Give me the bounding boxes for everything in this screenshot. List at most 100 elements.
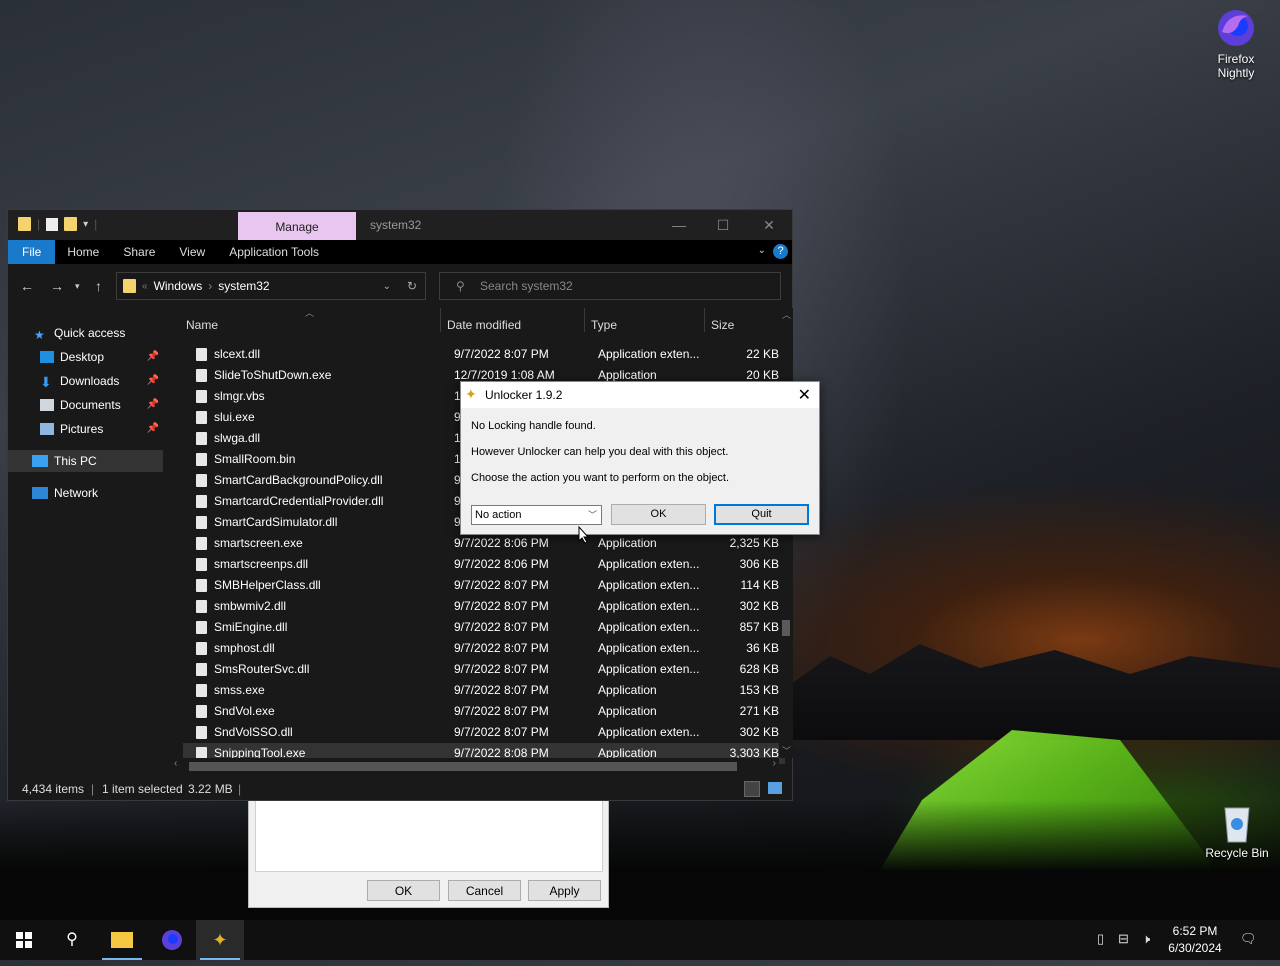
nav-item-quick-access[interactable]: ★ Quick access	[8, 322, 163, 344]
file-type: Application	[598, 683, 657, 697]
column-date-modified[interactable]: Date modified	[447, 318, 521, 332]
file-name: SmallRoom.bin	[214, 452, 296, 466]
file-explorer-icon	[111, 932, 133, 948]
file-name: SMBHelperClass.dll	[214, 578, 321, 592]
file-size: 153 KB	[739, 683, 779, 697]
file-type: Application exten...	[598, 662, 700, 676]
address-bar[interactable]: « Windows › system32 ⌄ ↻	[116, 272, 426, 300]
file-type: Application exten...	[598, 347, 700, 361]
file-name: SndVolSSO.dll	[214, 725, 293, 739]
start-button[interactable]	[0, 920, 48, 960]
column-name[interactable]: Name	[186, 318, 218, 332]
scrollbar-thumb[interactable]	[782, 620, 790, 636]
file-row[interactable]: smphost.dll 9/7/2022 8:07 PM Application e…	[183, 638, 785, 659]
wallpaper-ground	[0, 800, 1280, 920]
file-size: 857 KB	[739, 620, 779, 634]
file-icon	[196, 705, 207, 718]
nav-item-desktop[interactable]: Desktop 📌	[8, 346, 163, 368]
nav-item-network[interactable]: Network	[8, 482, 163, 504]
quit-button[interactable]: Quit	[714, 504, 809, 525]
close-button[interactable]: ✕	[746, 214, 792, 236]
nav-item-downloads[interactable]: ⬇ Downloads 📌	[8, 370, 163, 392]
refresh-icon[interactable]: ↻	[407, 279, 417, 293]
file-date: 9/7/2022 8:07 PM	[454, 347, 549, 361]
file-size: 628 KB	[739, 662, 779, 676]
file-icon	[196, 621, 207, 634]
ok-button[interactable]: OK	[611, 504, 706, 525]
file-icon	[196, 432, 207, 445]
breadcrumb-windows[interactable]: Windows	[154, 279, 203, 293]
search-icon: ⚲	[66, 931, 78, 948]
column-size[interactable]: Size	[711, 318, 734, 332]
scroll-right-icon[interactable]: ›	[773, 758, 776, 769]
back-icon[interactable]: ←	[20, 278, 34, 294]
recent-locations-icon[interactable]: ▾	[75, 281, 80, 292]
pin-icon: 📌	[146, 375, 159, 386]
desktop-icon-firefox-nightly[interactable]: Firefox Nightly	[1198, 6, 1274, 80]
tab-home[interactable]: Home	[55, 240, 111, 264]
navigation-pane: ★ Quick access Desktop 📌 ⬇ Downloads 📌 Docum…	[8, 308, 166, 770]
notifications-icon[interactable]: 🗨	[1240, 931, 1257, 947]
file-row[interactable]: slcext.dll 9/7/2022 8:07 PM Application ex…	[183, 344, 785, 365]
file-size: 36 KB	[746, 641, 779, 655]
window-title: system32	[370, 218, 422, 232]
tab-manage[interactable]: Manage	[238, 212, 356, 240]
search-input[interactable]: ⚲ Search system32	[439, 272, 781, 300]
close-icon[interactable]: ✕	[798, 385, 811, 405]
details-view-icon[interactable]	[744, 781, 760, 797]
properties-dialog: OK Cancel Apply	[248, 800, 609, 908]
up-icon[interactable]: ↑	[95, 278, 102, 294]
maximize-button[interactable]: ☐	[700, 214, 746, 236]
expand-ribbon-icon[interactable]: ⌄	[758, 245, 766, 256]
nav-item-documents[interactable]: Documents 📌	[8, 394, 163, 416]
file-type: Application exten...	[598, 641, 700, 655]
search-button[interactable]: ⚲	[48, 920, 96, 960]
scroll-up-icon[interactable]: ︿	[782, 308, 791, 321]
scroll-left-icon[interactable]: ‹	[174, 758, 177, 769]
taskbar-unlocker[interactable]: ✦	[196, 920, 244, 960]
download-icon: ⬇	[40, 374, 52, 390]
file-date: 9/7/2022 8:07 PM	[454, 704, 549, 718]
nav-item-this-pc[interactable]: This PC	[8, 450, 163, 472]
file-row[interactable]: SmiEngine.dll 9/7/2022 8:07 PM Application…	[183, 617, 785, 638]
taskbar-firefox-nightly[interactable]	[148, 920, 196, 960]
desktop-icon-recycle-bin[interactable]: Recycle Bin	[1199, 800, 1275, 860]
volume-muted-icon[interactable]: 🕨	[1142, 931, 1150, 947]
tab-share[interactable]: Share	[111, 240, 167, 264]
ok-button[interactable]: OK	[367, 880, 440, 901]
selection-size: 3.22 MB	[188, 782, 233, 796]
taskbar-file-explorer[interactable]	[98, 920, 146, 960]
network-icon[interactable]: ⊟	[1118, 931, 1129, 947]
file-row[interactable]: SMBHelperClass.dll 9/7/2022 8:07 PM Applic…	[183, 575, 785, 596]
customize-toolbar-icon[interactable]: ▾	[83, 219, 88, 230]
help-icon[interactable]: ?	[773, 244, 788, 259]
apply-button[interactable]: Apply	[528, 880, 601, 901]
address-dropdown-icon[interactable]: ⌄	[383, 281, 391, 292]
action-dropdown[interactable]: No action ﹀	[471, 505, 602, 525]
cancel-button[interactable]: Cancel	[448, 880, 521, 901]
file-row[interactable]: smartscreen.exe 9/7/2022 8:06 PM Applicati…	[183, 533, 785, 554]
properties-icon[interactable]	[46, 217, 59, 231]
breadcrumb-system32[interactable]: system32	[218, 279, 269, 293]
clock[interactable]: 6:52 PM 6/30/2024	[1160, 923, 1230, 957]
column-type[interactable]: Type	[591, 318, 617, 332]
minimize-button[interactable]: —	[656, 214, 702, 236]
file-row[interactable]: smartscreenps.dll 9/7/2022 8:06 PM Applica…	[183, 554, 785, 575]
nav-item-pictures[interactable]: Pictures 📌	[8, 418, 163, 440]
usb-device-icon[interactable]: ▯	[1097, 931, 1104, 947]
forward-icon[interactable]: →	[50, 278, 64, 294]
file-row[interactable]: SndVolSSO.dll 9/7/2022 8:07 PM Application…	[183, 722, 785, 743]
large-icons-view-icon[interactable]	[768, 782, 782, 794]
file-name: SmiEngine.dll	[214, 620, 288, 634]
tab-view[interactable]: View	[167, 240, 217, 264]
scrollbar-thumb[interactable]	[189, 762, 737, 771]
horizontal-scrollbar[interactable]: ‹ ›	[171, 758, 779, 774]
file-row[interactable]: SndVol.exe 9/7/2022 8:07 PM Application 271…	[183, 701, 785, 722]
file-row[interactable]: smbwmiv2.dll 9/7/2022 8:07 PM Application …	[183, 596, 785, 617]
file-row[interactable]: SmsRouterSvc.dll 9/7/2022 8:07 PM Applicat…	[183, 659, 785, 680]
file-row[interactable]: smss.exe 9/7/2022 8:07 PM Application 153 K…	[183, 680, 785, 701]
scroll-down-icon[interactable]: ﹀	[782, 744, 791, 757]
tab-file[interactable]: File	[8, 240, 56, 264]
new-folder-icon[interactable]	[64, 217, 78, 231]
tab-application-tools[interactable]: Application Tools	[217, 240, 331, 264]
